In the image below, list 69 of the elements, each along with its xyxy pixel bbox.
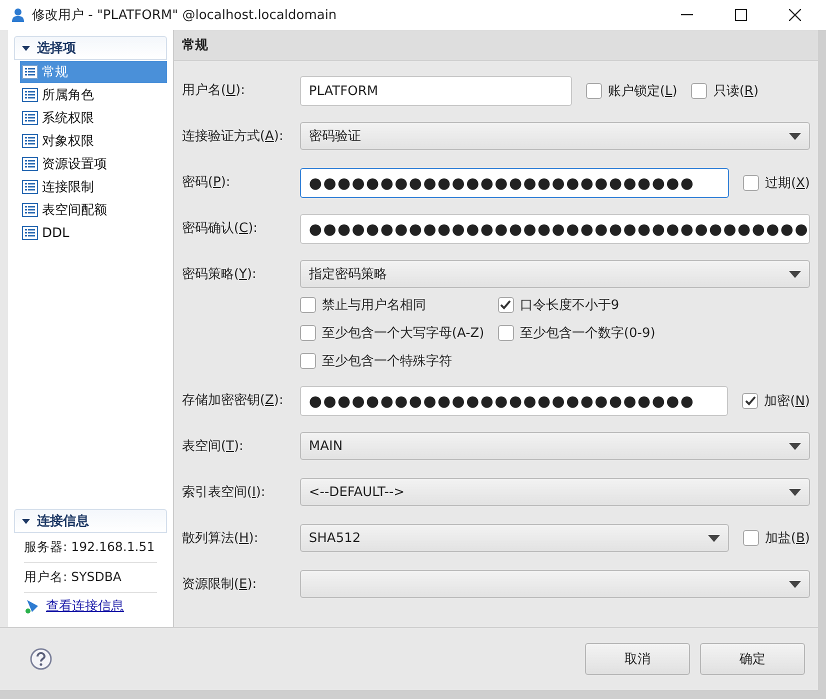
- password-field[interactable]: ●●●●●●●●●●●●●●●●●●●●●●●●●●●●●●●●●●●: [300, 214, 810, 244]
- field-label: 存储加密密钥(Z):: [182, 392, 284, 410]
- list-icon: [22, 226, 38, 240]
- checkbox[interactable]: 只读(R): [691, 82, 759, 100]
- field-label: 用户名(U):: [182, 82, 246, 100]
- input-field[interactable]: PLATFORM: [300, 76, 572, 106]
- dropdown[interactable]: 指定密码策略: [300, 260, 810, 288]
- checkbox[interactable]: 过期(X): [742, 174, 810, 192]
- list-icon: [22, 157, 38, 171]
- dropdown[interactable]: 密码验证: [300, 122, 810, 150]
- field-label: 密码策略(Y):: [182, 266, 258, 284]
- dropdown-arrow-icon: [789, 580, 801, 588]
- sidebar-item[interactable]: DDL: [20, 222, 167, 244]
- close-icon: [789, 9, 801, 21]
- caret-icon[interactable]: [21, 44, 31, 52]
- sidebar-item[interactable]: 系统权限: [20, 107, 167, 129]
- checkmark-icon: [500, 300, 512, 310]
- sidebar-item[interactable]: 表空间配额: [20, 199, 167, 221]
- dialog-button[interactable]: 取消: [585, 643, 690, 675]
- info-text: 服务器: 192.168.1.51: [24, 533, 157, 563]
- list-icon: [22, 180, 38, 194]
- dropdown-arrow-icon: [789, 442, 801, 450]
- password-field[interactable]: ●●●●●●●●●●●●●●●●●●●●●●●●●●●: [300, 168, 729, 198]
- dropdown[interactable]: SHA512: [300, 524, 729, 552]
- dropdown-arrow-icon: [789, 488, 801, 496]
- checkbox[interactable]: 口令长度不小于9: [498, 296, 810, 314]
- checkmark-icon: [744, 396, 756, 406]
- section-header[interactable]: 选择项: [14, 36, 167, 60]
- password-field[interactable]: ●●●●●●●●●●●●●●●●●●●●●●●●●●●: [300, 386, 728, 416]
- field-label: 密码(P):: [182, 174, 232, 192]
- list-icon: [22, 134, 38, 148]
- maximize-icon: [735, 9, 747, 21]
- sidebar-item[interactable]: 所属角色: [20, 84, 167, 106]
- checkbox[interactable]: 账户锁定(L): [586, 82, 678, 100]
- field-label: 索引表空间(I):: [182, 484, 266, 502]
- help-icon[interactable]: [30, 648, 52, 670]
- field-label: 散列算法(H):: [182, 530, 260, 548]
- field-label: 连接验证方式(A):: [182, 128, 284, 146]
- list-icon: [22, 111, 38, 125]
- dropdown-arrow-icon: [789, 132, 801, 140]
- checkbox[interactable]: 加密(N): [742, 392, 810, 410]
- sidebar-item[interactable]: 对象权限: [20, 130, 167, 152]
- field-label: 表空间(T):: [182, 438, 244, 456]
- sidebar-item[interactable]: 资源设置项: [20, 153, 167, 175]
- connection-icon: [24, 598, 40, 614]
- checkbox[interactable]: 至少包含一个大写字母(A-Z): [300, 324, 498, 342]
- field-label: 密码确认(C):: [182, 220, 259, 238]
- section-header[interactable]: 连接信息: [14, 509, 167, 533]
- sidebar-item[interactable]: 连接限制: [20, 176, 167, 198]
- caret-icon[interactable]: [21, 517, 31, 525]
- checkbox[interactable]: 禁止与用户名相同: [300, 296, 498, 314]
- field-label: 资源限制(E):: [182, 576, 258, 594]
- user-icon: [12, 8, 24, 22]
- list-icon: [22, 65, 38, 79]
- list-icon: [22, 88, 38, 102]
- dropdown-arrow-icon: [708, 534, 720, 542]
- dropdown[interactable]: MAIN: [300, 432, 810, 460]
- info-text: 用户名: SYSDBA: [24, 563, 157, 593]
- minimize-icon: [681, 14, 693, 16]
- checkbox[interactable]: 至少包含一个特殊字符: [300, 352, 498, 370]
- checkbox[interactable]: 至少包含一个数字(0-9): [498, 324, 810, 342]
- dropdown-arrow-icon: [789, 270, 801, 278]
- checkbox[interactable]: 加盐(B): [742, 529, 810, 547]
- dialog-button[interactable]: 确定: [700, 643, 805, 675]
- window-title: 修改用户 - "PLATFORM" @localhost.localdomain: [32, 7, 338, 24]
- panel-header: 常规: [174, 30, 818, 61]
- list-icon: [22, 203, 38, 217]
- connection-info-link[interactable]: 查看连接信息: [46, 597, 124, 615]
- dropdown[interactable]: <--DEFAULT-->: [300, 478, 810, 506]
